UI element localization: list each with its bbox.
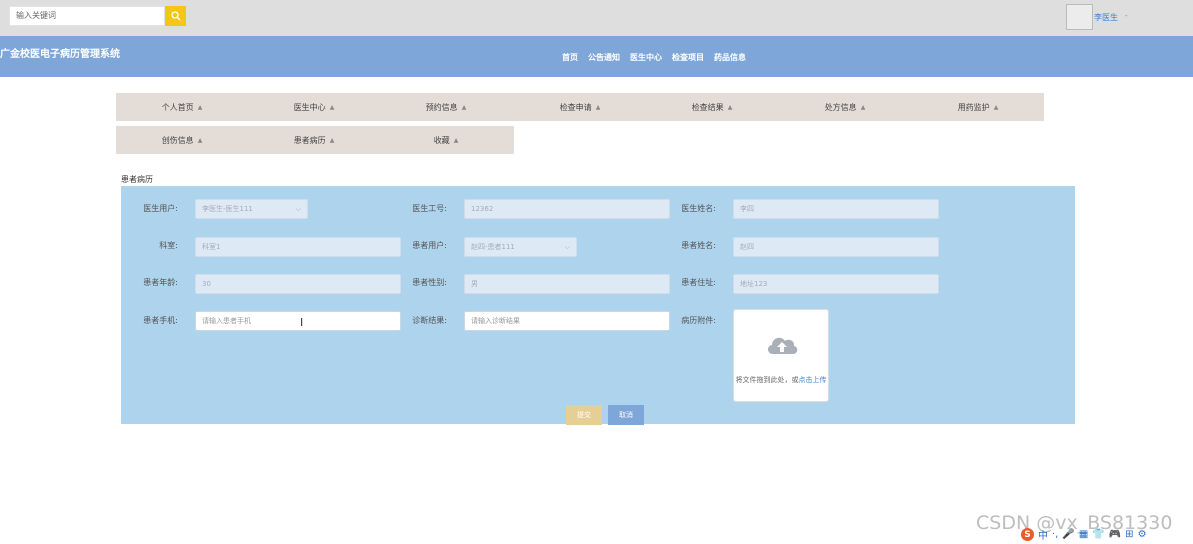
caret-icon: ▲ [595,103,601,111]
chevron-down-icon: ⌵ [564,243,570,251]
patient-address-label: 患者住址: [681,278,716,287]
nav-home[interactable]: 首页 [562,52,578,63]
user-dropdown-caret[interactable]: - [1125,12,1128,20]
doctor-id-label: 医生工号: [412,204,447,213]
record-form: 医生用户: 李医生-医生111 ⌵ 医生工号: 12362 医生姓名: 李四 科室… [121,186,1075,425]
caret-icon: ▲ [461,103,467,111]
patient-age-label: 患者年龄: [143,278,178,287]
submit-button[interactable]: 提交 [566,405,602,425]
doctor-name-label: 医生姓名: [681,204,716,213]
patient-address-field[interactable]: 地址123 [733,274,939,294]
menu-item-doctor-center[interactable]: 医生中心 ▲ [248,93,380,121]
menu-item-favorites[interactable]: 收藏 ▲ [380,126,512,154]
diagnosis-input[interactable]: 请输入诊断结果 [464,311,670,331]
doctor-user-label: 医生用户: [143,204,178,213]
nav-announcements[interactable]: 公告通知 [588,52,620,63]
cloud-upload-icon [767,337,798,354]
patient-user-label: 患者用户: [412,241,447,250]
caret-icon: ▲ [329,103,335,111]
patient-name-label: 患者姓名: [681,241,716,250]
ime-voice-icon[interactable]: 🎤 [1062,529,1074,540]
main-nav: 首页 公告通知 医生中心 检查项目 药品信息 [562,52,746,63]
page-title: 患者病历 [121,175,153,184]
ime-logo-icon[interactable]: S [1021,528,1034,541]
ime-game-icon[interactable]: 🎮 [1109,529,1121,540]
text-cursor-icon: I [300,316,304,329]
search-icon [170,11,180,21]
attachment-upload[interactable]: 将文件拖到此处，或点击上传 [733,309,829,402]
username-link[interactable]: 李医生 [1094,12,1118,23]
ime-toolbar: S 中 ·, 🎤 ▦ 👕 🎮 ⊞ ⚙ [1021,527,1147,542]
patient-phone-input[interactable]: 请输入患者手机 [195,311,401,331]
menu-item-medication-monitor[interactable]: 用药监护 ▲ [912,93,1044,121]
patient-user-select[interactable]: 赵四-患者111 ⌵ [464,237,577,257]
doctor-name-field[interactable]: 李四 [733,199,939,219]
nav-doctor-center[interactable]: 医生中心 [630,52,662,63]
diagnosis-label: 诊断结果: [412,316,447,325]
nav-drug-info[interactable]: 药品信息 [714,52,746,63]
patient-phone-label: 患者手机: [143,316,178,325]
caret-icon: ▲ [993,103,999,111]
ime-keyboard-icon[interactable]: ▦ [1079,529,1088,540]
menu-item-patient-records[interactable]: 患者病历 ▲ [248,126,380,154]
cancel-button[interactable]: 取消 [608,405,644,425]
ime-settings-icon[interactable]: ⚙ [1138,529,1147,540]
patient-gender-field[interactable]: 男 [464,274,670,294]
ime-lang-toggle[interactable]: 中 [1038,527,1048,542]
caret-icon: ▲ [197,103,203,111]
ime-punctuation-icon[interactable]: ·, [1052,529,1058,540]
caret-icon: ▲ [860,103,866,111]
patient-age-field[interactable]: 30 [195,274,401,294]
top-bar: 输入关键词 李医生 - [0,0,1193,36]
doctor-user-select[interactable]: 李医生-医生111 ⌵ [195,199,308,219]
department-field[interactable]: 科室1 [195,237,401,257]
menu-item-exam-requests[interactable]: 检查申请 ▲ [514,93,646,121]
nav-exam-items[interactable]: 检查项目 [672,52,704,63]
search-button[interactable] [165,6,186,26]
menu-row-1: 个人首页 ▲ 医生中心 ▲ 预约信息 ▲ 检查申请 ▲ 检查结果 ▲ 处方信息 ▲ 用药监护… [116,93,1044,121]
avatar[interactable] [1066,4,1093,30]
site-title: 广金校医电子病历管理系统 [0,49,120,60]
menu-item-exam-results[interactable]: 检查结果 ▲ [646,93,778,121]
ime-skin-icon[interactable]: 👕 [1092,529,1104,540]
caret-icon: ▲ [197,136,203,144]
click-upload-link[interactable]: 点击上传 [799,376,827,384]
patient-gender-label: 患者性别: [412,278,447,287]
menu-row-2: 创伤信息 ▲ 患者病历 ▲ 收藏 ▲ [116,126,514,154]
caret-icon: ▲ [727,103,733,111]
search-input[interactable]: 输入关键词 [9,6,165,26]
chevron-down-icon: ⌵ [295,205,301,213]
menu-item-trauma-info[interactable]: 创伤信息 ▲ [116,126,248,154]
doctor-id-field[interactable]: 12362 [464,199,670,219]
caret-icon: ▲ [329,136,335,144]
attachment-label: 病历附件: [681,316,716,325]
upload-hint: 将文件拖到此处，或点击上传 [735,376,827,384]
department-label: 科室: [159,241,178,250]
menu-item-appointments[interactable]: 预约信息 ▲ [380,93,512,121]
header: 广金校医电子病历管理系统 首页 公告通知 医生中心 检查项目 药品信息 [0,36,1193,77]
menu-item-personal-home[interactable]: 个人首页 ▲ [116,93,248,121]
ime-toolbox-icon[interactable]: ⊞ [1125,529,1133,540]
caret-icon: ▲ [453,136,459,144]
patient-name-field[interactable]: 赵四 [733,237,939,257]
menu-item-prescriptions[interactable]: 处方信息 ▲ [779,93,911,121]
